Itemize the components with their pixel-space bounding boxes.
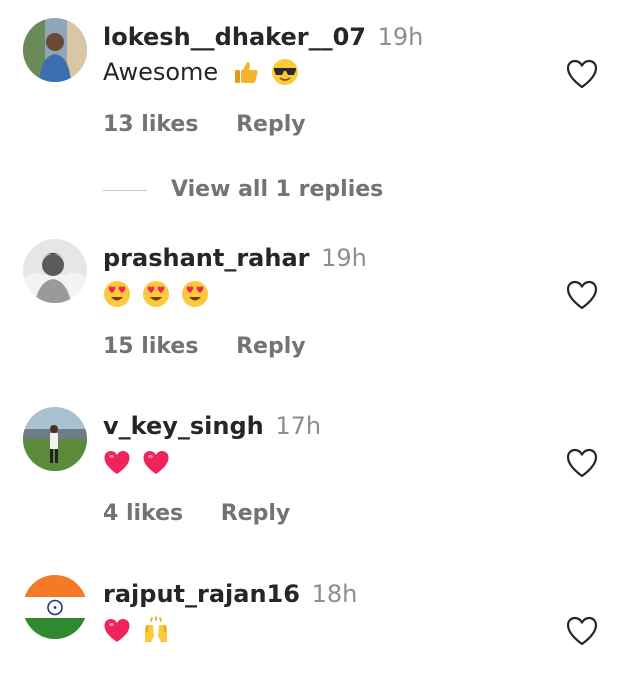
comment-item: prashant_rahar 19h 15 likes Reply [0, 222, 622, 372]
heart-outline-icon [566, 616, 598, 646]
sunglasses-face-icon [271, 58, 299, 86]
divider-line [103, 189, 147, 191]
comment-header: v_key_singh 17h [103, 411, 321, 441]
comment-text [103, 448, 181, 476]
heart-outline-icon [566, 448, 598, 478]
heart-outline-icon [566, 280, 598, 310]
comment-username[interactable]: v_key_singh [103, 412, 264, 440]
view-replies-button[interactable]: View all 1 replies [103, 176, 383, 204]
comment-text [103, 280, 220, 308]
comment-meta: 13 likes Reply [103, 111, 306, 139]
comment-time: 18h [311, 580, 358, 608]
avatar[interactable] [23, 407, 87, 471]
comment-header: prashant_rahar 19h [103, 243, 367, 273]
reply-button[interactable]: Reply [221, 501, 291, 526]
comment-username[interactable]: rajput_rajan16 [103, 580, 300, 608]
like-heart-button[interactable] [565, 279, 599, 311]
likes-count[interactable]: 15 likes [103, 334, 198, 359]
avatar[interactable] [23, 18, 87, 82]
like-heart-button[interactable] [565, 58, 599, 90]
red-heart-icon [142, 448, 170, 476]
comment-item: lokesh__dhaker__07 19h Awesome 13 likes … [0, 0, 622, 150]
like-heart-button[interactable] [565, 615, 599, 647]
comment-text-content: Awesome [103, 58, 219, 86]
view-replies-label: View all 1 replies [171, 177, 384, 202]
red-heart-icon [103, 448, 131, 476]
heart-eyes-icon [142, 280, 170, 308]
heart-eyes-icon [181, 280, 209, 308]
likes-count[interactable]: 4 likes [103, 501, 183, 526]
thumbs-up-icon [232, 58, 260, 86]
comment-header: rajput_rajan16 18h [103, 579, 357, 609]
comment-meta: 4 likes Reply [103, 500, 290, 528]
heart-outline-icon [566, 59, 598, 89]
comment-meta [103, 668, 133, 696]
comment-meta: 15 likes Reply [103, 333, 306, 361]
red-heart-icon [103, 616, 131, 644]
avatar[interactable] [23, 239, 87, 303]
likes-count[interactable]: 13 likes [103, 112, 198, 137]
raising-hands-icon [142, 616, 170, 644]
reply-button[interactable]: Reply [236, 112, 306, 137]
avatar[interactable] [23, 575, 87, 639]
comment-time: 19h [321, 244, 367, 272]
comment-header: lokesh__dhaker__07 19h [103, 22, 423, 52]
comment-username[interactable]: lokesh__dhaker__07 [103, 23, 366, 51]
comment-item: v_key_singh 17h 4 likes Reply [0, 390, 622, 540]
comment-text [103, 616, 181, 644]
reply-button[interactable]: Reply [236, 334, 306, 359]
comment-username[interactable]: prashant_rahar [103, 244, 309, 272]
comment-text: Awesome [103, 57, 310, 87]
comment-time: 19h [377, 23, 424, 51]
heart-eyes-icon [103, 280, 131, 308]
comment-time: 17h [275, 412, 322, 440]
comment-item: rajput_rajan16 18h [0, 558, 622, 677]
like-heart-button[interactable] [565, 447, 599, 479]
